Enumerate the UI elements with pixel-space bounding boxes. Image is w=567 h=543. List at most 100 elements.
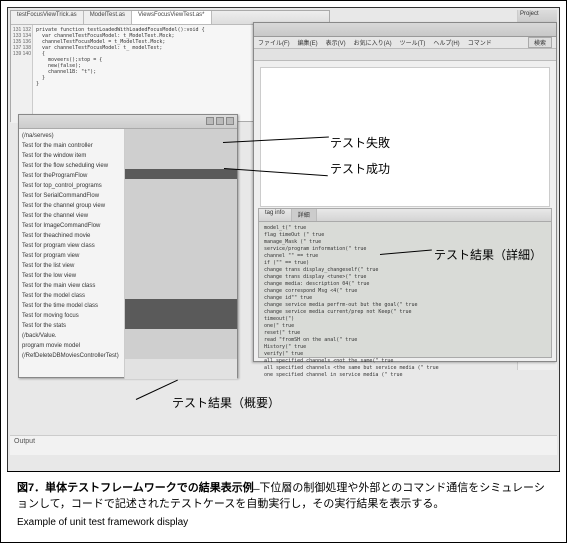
app-titlebar <box>254 23 556 37</box>
test-row-name[interactable]: Test for ImageCommandFlow <box>22 221 121 231</box>
figure-caption: 図7．単体テストフレームワークでの結果表示例 ̶ 下位層の制御処理や外部とのコマ… <box>7 471 560 536</box>
secondary-app-window: ファイル(F) 編集(E) 表示(V) お気に入り(A) ツール(T) ヘルプ(H) コマン… <box>253 22 557 362</box>
annotation-detail: テスト結果（詳細） <box>434 246 542 263</box>
test-row-name[interactable]: Test for moving focus <box>22 311 121 321</box>
test-row-status <box>125 189 237 199</box>
test-row-name[interactable]: program movie model <box>22 341 121 351</box>
test-row-name[interactable]: Test for theachined movie <box>22 231 121 241</box>
detail-line: all specified channels <not the same(" t… <box>264 358 546 365</box>
test-row-status <box>125 329 237 339</box>
project-panel-title: Project <box>518 10 557 22</box>
test-row-name[interactable]: Test for SerialCommandFlow <box>22 191 121 201</box>
menu-item[interactable]: ファイル(F) <box>258 38 290 47</box>
app-menubar: ファイル(F) 編集(E) 表示(V) お気に入り(A) ツール(T) ヘルプ(H) コマン… <box>254 37 556 49</box>
test-row-status <box>125 219 237 229</box>
detail-line: one specified channel in service media (… <box>264 372 546 379</box>
test-row-name[interactable]: Test for theProgramFlow <box>22 171 121 181</box>
test-row-status <box>125 149 237 159</box>
window-controls[interactable] <box>206 117 234 125</box>
test-row-status <box>125 199 237 209</box>
detail-line: change service media perfrm-out but the … <box>264 302 546 309</box>
test-row-name[interactable]: Test for the main controller <box>22 141 121 151</box>
test-row-name[interactable]: Test for top_control_programs <box>22 181 121 191</box>
test-row-name[interactable]: Test for program view <box>22 251 121 261</box>
test-row-status <box>125 209 237 219</box>
test-row-name[interactable]: Test for the list view <box>22 261 121 271</box>
detail-line: reset(" true <box>264 330 546 337</box>
annotation-fail: テスト失敗 <box>330 134 390 151</box>
figure-frame: Project testFocusViewTrick.asModelTest.a… <box>7 7 560 536</box>
test-row-name[interactable]: Test for the flow scheduling view <box>22 161 121 171</box>
test-name-column: (/na/serves)Test for the main controller… <box>19 129 125 379</box>
menu-item[interactable]: コマンド <box>468 38 492 47</box>
test-row-status <box>125 339 237 349</box>
test-detail-panel: tag info詳細 model_t(" trueflag timeOut ("… <box>258 208 552 358</box>
detail-tab-bar: tag info詳細 <box>259 209 551 222</box>
test-results-window: (/na/serves)Test for the main controller… <box>18 114 238 378</box>
test-row-status <box>125 259 237 269</box>
test-row-status <box>125 139 237 149</box>
detail-line: flag timeOut (" true <box>264 232 546 239</box>
menu-item[interactable]: ヘルプ(H) <box>433 38 459 47</box>
caption-title-jp: 図7．単体テストフレームワークでの結果表示例 <box>17 482 254 494</box>
app-toolbar <box>254 49 556 61</box>
detail-line: manage_Mask (" true <box>264 239 546 246</box>
test-row-status <box>125 309 237 319</box>
detail-tab[interactable]: tag info <box>259 209 292 221</box>
test-row-status <box>125 289 237 299</box>
detail-line: change media: description 04(" true <box>264 281 546 288</box>
search-button[interactable]: 検索 <box>528 37 552 48</box>
test-row-status <box>125 239 237 249</box>
line-number-gutter: 131 132 133 134 135 136 137 138 139 140 <box>11 25 33 123</box>
output-label: Output <box>14 438 35 445</box>
test-row-name[interactable]: Test for the low view <box>22 271 121 281</box>
menu-item[interactable]: お気に入り(A) <box>354 38 392 47</box>
test-row-status <box>125 179 237 189</box>
test-row-name[interactable]: (/RefDeleteDBMoviesControllerTest) <box>22 351 121 361</box>
test-row-status <box>125 299 237 309</box>
detail-line: one(" true <box>264 323 546 330</box>
test-row-status <box>125 279 237 289</box>
output-panel: Output <box>10 435 557 455</box>
menu-item[interactable]: 編集(E) <box>298 38 318 47</box>
test-row-name[interactable]: Test for the channel group view <box>22 201 121 211</box>
test-row-status <box>125 269 237 279</box>
test-row-name[interactable]: Test for the model class <box>22 291 121 301</box>
menu-item[interactable]: ツール(T) <box>400 38 426 47</box>
detail-line: change service media current/prep not Ke… <box>264 309 546 316</box>
detail-line: change correspond Msg <4(" true <box>264 288 546 295</box>
test-row-status <box>125 349 237 359</box>
detail-line: change trans display_changeself(" true <box>264 267 546 274</box>
test-row-status <box>125 249 237 259</box>
ide-tab[interactable]: ModelTest.as <box>84 11 132 24</box>
annotation-summary: テスト結果（概要） <box>172 394 280 411</box>
ide-tab[interactable]: testFocusViewTrick.as <box>11 11 84 24</box>
test-row-name[interactable]: Test for the channel view <box>22 211 121 221</box>
test-row-name[interactable]: (/back/Value. <box>22 331 121 341</box>
detail-line: model_t(" true <box>264 225 546 232</box>
detail-line: timeout(") <box>264 316 546 323</box>
test-row-status <box>125 229 237 239</box>
menu-item[interactable]: 表示(V) <box>326 38 346 47</box>
test-row-name[interactable]: Test for the main view class <box>22 281 121 291</box>
test-row-status <box>125 159 237 169</box>
detail-line: all specified channels <the same but ser… <box>264 365 546 372</box>
detail-line: change trans display <tune>(" true <box>264 274 546 281</box>
detail-line: History(" true <box>264 344 546 351</box>
test-row-name[interactable]: Test for program view class <box>22 241 121 251</box>
tests-titlebar <box>19 115 237 129</box>
annotation-pass: テスト成功 <box>330 160 390 177</box>
caption-en: Example of unit test framework display <box>17 517 550 528</box>
test-row-name[interactable]: (/na/serves) <box>22 131 121 141</box>
test-row-status <box>125 319 237 329</box>
detail-line: verify(" true <box>264 351 546 358</box>
detail-line: read "fromSH on the anal(" true <box>264 337 546 344</box>
test-row-name[interactable]: Test for the window item <box>22 151 121 161</box>
test-row-status <box>125 169 237 179</box>
detail-line: change id"" true <box>264 295 546 302</box>
test-row-name[interactable]: Test for the time model class <box>22 301 121 311</box>
test-row-status <box>125 129 237 139</box>
test-row-name[interactable]: Test for the stats <box>22 321 121 331</box>
detail-tab[interactable]: 詳細 <box>292 209 317 221</box>
ide-tab[interactable]: ViewsFocusViewTest.as* <box>132 11 211 24</box>
